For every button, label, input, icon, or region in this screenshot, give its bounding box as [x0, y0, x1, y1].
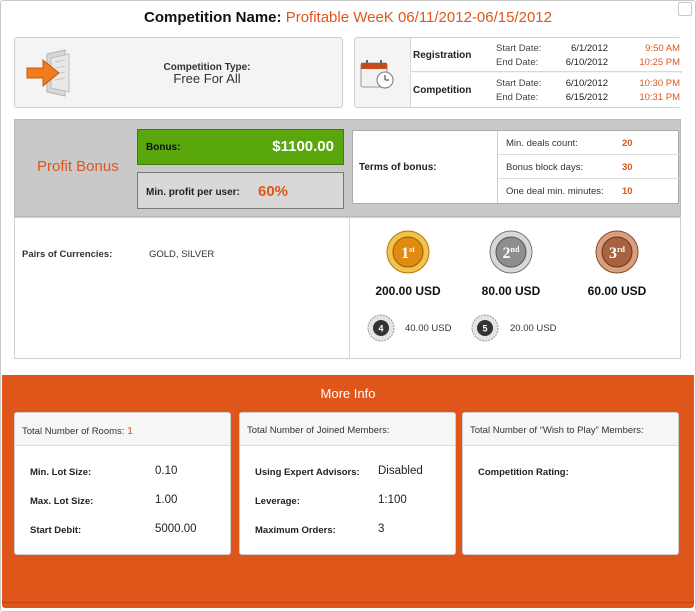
max-lot-label: Max. Lot Size:: [30, 496, 94, 507]
pairs-label: Pairs of Currencies:: [22, 249, 113, 260]
competition-end-time: 10:31 PM: [639, 92, 680, 103]
registration-label: Registration: [413, 50, 472, 61]
term-name: One deal min. minutes:: [506, 186, 604, 197]
members-card: Total Number of Joined Members: Using Ex…: [239, 412, 456, 555]
term-deal-minutes: One deal min. minutes: 10: [498, 179, 680, 203]
max-orders-label: Maximum Orders:: [255, 525, 336, 536]
rank-5-badge-icon: 5: [471, 314, 499, 342]
competition-type-value: Free For All: [173, 71, 241, 86]
leverage-value: 1:100: [378, 494, 407, 506]
competition-rating-label: Competition Rating:: [478, 467, 569, 478]
rooms-card-header: Total Number of Rooms: 1: [15, 413, 230, 446]
svg-text:4: 4: [378, 324, 383, 334]
max-lot-value: 1.00: [155, 494, 178, 506]
term-value: 20: [622, 138, 633, 149]
pairs-prizes-panel: Pairs of Currencies: GOLD, SILVER 1st 20…: [14, 217, 681, 359]
registration-row: Registration Start Date: 6/1/2012 9:50 A…: [410, 38, 682, 72]
calendar-clock-icon: [360, 60, 394, 89]
wish-members-card: Total Number of “Wish to Play” Members: …: [462, 412, 679, 555]
leverage-label: Leverage:: [255, 496, 300, 507]
terms-of-bonus-box: Terms of bonus: Min. deals count: 20 Bon…: [352, 130, 680, 204]
competition-type-box: Competition Type: Free For All: [14, 37, 343, 108]
registration-start-label: Start Date:: [496, 43, 542, 54]
start-debit-value: 5000.00: [155, 523, 197, 535]
registration-end-date: 6/10/2012: [565, 57, 608, 68]
registration-end-time: 10:25 PM: [639, 57, 680, 68]
registration-start-date: 6/1/2012: [571, 43, 608, 54]
page-title: Competition Name: Profitable WeeK 06/11/…: [0, 9, 696, 26]
expert-advisors-value: Disabled: [378, 465, 423, 477]
competition-end-date: 6/15/2012: [565, 92, 608, 103]
prize-5-amount: 20.00 USD: [510, 323, 557, 334]
term-name: Min. deals count:: [506, 138, 578, 149]
bottom-edge: [2, 602, 694, 608]
min-lot-label: Min. Lot Size:: [30, 467, 92, 478]
more-info-title: More Info: [320, 386, 376, 401]
competition-start-label: Start Date:: [496, 78, 542, 89]
term-value: 30: [622, 162, 633, 173]
rank-4-badge-icon: 4: [367, 314, 395, 342]
expert-advisors-label: Using Expert Advisors:: [255, 467, 360, 478]
terms-list: Min. deals count: 20 Bonus block days: 3…: [497, 131, 680, 203]
profit-bonus-label: Profit Bonus: [37, 158, 119, 175]
term-block-days: Bonus block days: 30: [498, 155, 680, 179]
bonus-label: Bonus:: [146, 142, 181, 153]
term-min-deals: Min. deals count: 20: [498, 131, 680, 155]
bonus-value: $1100.00: [272, 138, 334, 155]
pairs-value: GOLD, SILVER: [149, 249, 215, 260]
prize-3-amount: 60.00 USD: [587, 284, 647, 298]
competition-label: Competition: [413, 85, 472, 96]
rooms-value: 1: [127, 425, 133, 437]
competition-name-label: Competition Name:: [144, 9, 282, 26]
min-lot-value: 0.10: [155, 465, 178, 477]
panel-divider: [349, 218, 350, 358]
terms-label: Terms of bonus:: [359, 162, 437, 173]
wish-card-header: Total Number of “Wish to Play” Members:: [463, 413, 678, 446]
prize-1-amount: 200.00 USD: [375, 284, 441, 298]
min-profit-box: Min. profit per user: 60%: [137, 172, 344, 209]
schedule-box: Registration Start Date: 6/1/2012 9:50 A…: [354, 37, 682, 108]
bronze-medal-icon: 3rd: [595, 230, 639, 274]
gold-medal-icon: 1st: [386, 230, 430, 274]
registration-start-time: 9:50 AM: [645, 43, 680, 54]
competition-end-label: End Date:: [496, 92, 539, 103]
svg-text:5: 5: [482, 324, 487, 334]
term-name: Bonus block days:: [506, 162, 584, 173]
competition-start-time: 10:30 PM: [639, 78, 680, 89]
min-profit-value: 60%: [258, 183, 289, 200]
wish-members-label: Total Number of “Wish to Play” Members:: [470, 425, 644, 436]
rooms-label: Total Number of Rooms: 1: [22, 425, 133, 437]
min-profit-label: Min. profit per user:: [146, 187, 240, 198]
prize-4-amount: 40.00 USD: [405, 323, 452, 334]
silver-medal-icon: 2nd: [489, 230, 533, 274]
profit-bonus-band: Profit Bonus Bonus: $1100.00 Min. profit…: [14, 119, 681, 217]
joined-members-label: Total Number of Joined Members:: [247, 425, 390, 436]
max-orders-value: 3: [378, 523, 385, 535]
competition-start-date: 6/10/2012: [565, 78, 608, 89]
members-card-header: Total Number of Joined Members:: [240, 413, 455, 446]
competition-row: Competition Start Date: 6/10/2012 10:30 …: [410, 73, 682, 107]
bonus-amount-box: Bonus: $1100.00: [137, 129, 344, 165]
prize-2-amount: 80.00 USD: [481, 284, 541, 298]
rooms-card: Total Number of Rooms: 1 Min. Lot Size: …: [14, 412, 231, 555]
start-debit-label: Start Debit:: [30, 525, 82, 536]
term-value: 10: [622, 186, 633, 197]
more-info-section: More Info Total Number of Rooms: 1 Min. …: [2, 375, 694, 608]
enter-arrow-icon: [26, 49, 70, 97]
competition-name-value: Profitable WeeK 06/11/2012-06/15/2012: [285, 9, 552, 26]
registration-end-label: End Date:: [496, 57, 539, 68]
